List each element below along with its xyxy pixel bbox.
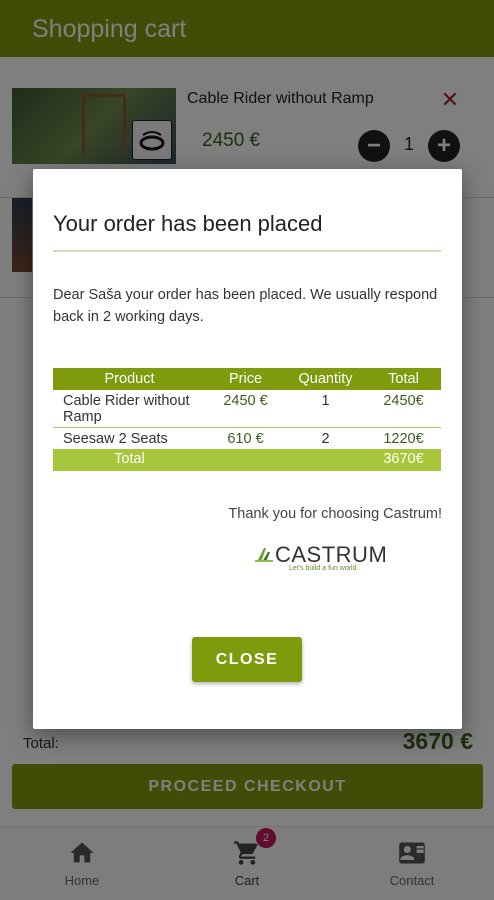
quantity-cell: 1 [285,390,366,428]
column-header: Price [206,368,285,390]
column-header: Product [53,368,206,390]
product-cell: Cable Rider without Ramp [53,390,206,428]
title-divider [53,250,441,252]
empty-cell [206,449,285,471]
castrum-logo: CASTRUM Let's build a fun world [255,542,387,574]
table-total-row: Total 3670€ [53,449,441,471]
close-button[interactable]: CLOSE [192,637,302,682]
thank-you-text: Thank you for choosing Castrum! [228,506,442,522]
price-cell: 2450 € [206,390,285,428]
table-header-row: Product Price Quantity Total [53,368,441,390]
table-row: Seesaw 2 Seats 610 € 2 1220€ [53,428,441,450]
grand-total-cell: 3670€ [366,449,441,471]
total-cell: 1220€ [383,431,424,447]
logo-tagline: Let's build a fun world [289,565,357,572]
total-label-cell: Total [53,449,206,471]
column-header: Total [366,368,441,390]
dialog-title: Your order has been placed [53,211,323,236]
price-cell: 610 € [227,431,264,447]
empty-cell [285,449,366,471]
quantity-cell: 2 [321,431,330,447]
castrum-mark-icon [255,548,273,562]
order-confirmation-dialog: Your order has been placed Dear Saša you… [33,169,462,729]
dialog-message: Dear Saša your order has been placed. We… [53,287,438,325]
column-header: Quantity [285,368,366,390]
product-cell: Seesaw 2 Seats [63,431,168,447]
total-cell: 2450€ [366,390,441,428]
order-summary-table: Product Price Quantity Total Cable Rider… [53,368,441,471]
table-row: Cable Rider without Ramp 2450 € 1 2450€ [53,390,441,428]
